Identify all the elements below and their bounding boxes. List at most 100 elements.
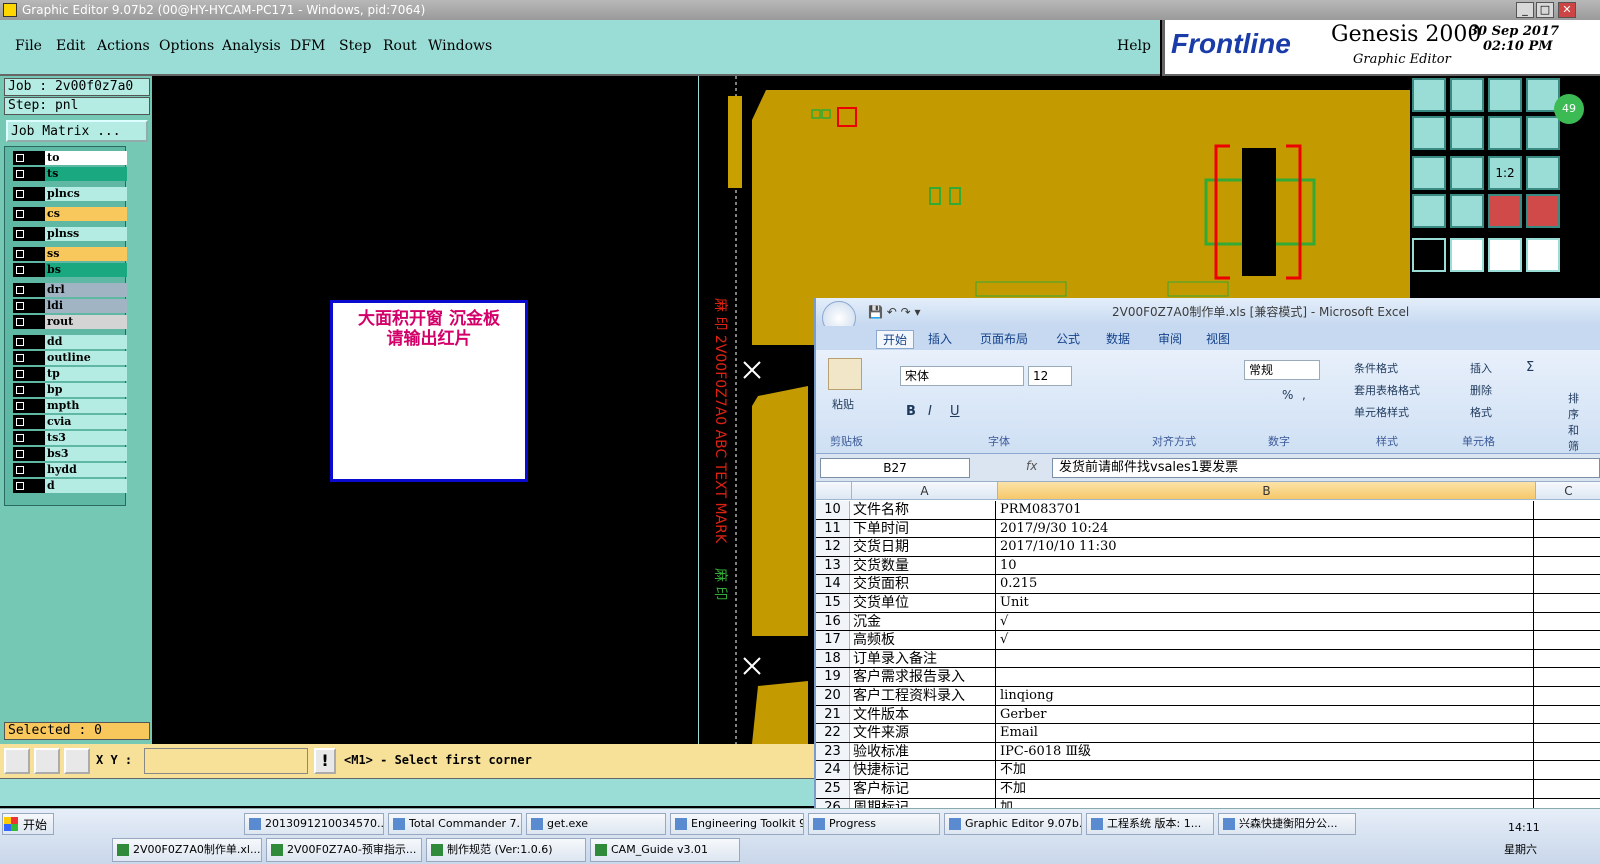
minimize-button[interactable]: _ — [1516, 2, 1534, 18]
ribbon-tab[interactable]: 插入 — [928, 330, 952, 347]
sheet-row[interactable]: 12 交货日期 2017/10/10 11:30 — [816, 538, 1600, 557]
ribbon-tab[interactable]: 开始 — [876, 330, 915, 349]
cell-b[interactable]: 10 — [998, 556, 1534, 575]
cell-a[interactable]: 高频板 — [852, 631, 996, 649]
name-box[interactable]: B27 — [820, 458, 970, 478]
layer-checkbox[interactable] — [13, 383, 27, 397]
select-all-corner[interactable] — [816, 482, 852, 500]
column-header-b[interactable]: B — [998, 482, 1536, 500]
row-number[interactable]: 21 — [816, 705, 850, 724]
bold-button[interactable]: B — [906, 404, 916, 419]
layer-row[interactable]: plncs — [13, 187, 127, 201]
layer-row[interactable]: ts — [13, 167, 127, 181]
snap-tool-button[interactable] — [64, 748, 90, 774]
sheet-row[interactable]: 23 验收标准 IPC-6018 Ⅲ级 — [816, 742, 1600, 762]
layer-row[interactable]: bs3 — [13, 447, 127, 461]
cell-a[interactable]: 文件来源 — [852, 724, 996, 742]
row-number[interactable]: 16 — [816, 612, 850, 631]
sheet-row[interactable]: 22 文件来源 Email — [816, 724, 1600, 743]
font-name-select[interactable]: 宋体 — [900, 366, 1024, 386]
cell-a[interactable]: 沉金 — [852, 612, 996, 631]
sheet-row[interactable]: 24 快捷标记 不加 — [816, 761, 1600, 780]
sheet-row[interactable]: 20 客户工程资料录入 linqiong — [816, 687, 1600, 706]
menu-edit[interactable]: Edit — [56, 38, 85, 54]
layer-row[interactable]: ss — [13, 247, 127, 261]
menu-file[interactable]: File — [15, 38, 42, 54]
layer-checkbox[interactable] — [13, 431, 27, 445]
layer-checkbox[interactable] — [13, 463, 27, 477]
notification-badge[interactable]: 49 — [1554, 94, 1584, 124]
tool-button-2[interactable] — [1450, 78, 1484, 112]
tool-button-1[interactable] — [1412, 78, 1446, 112]
ribbon-tab[interactable]: 审阅 — [1158, 330, 1182, 347]
row-number[interactable]: 13 — [816, 556, 850, 575]
sheet-row[interactable]: 19 客户需求报告录入 — [816, 668, 1600, 687]
paste-icon[interactable] — [828, 358, 862, 390]
row-number[interactable]: 17 — [816, 631, 850, 649]
cell-a[interactable]: 验收标准 — [852, 742, 996, 761]
cell-a[interactable]: 文件名称 — [852, 501, 996, 519]
layer-checkbox[interactable] — [13, 415, 27, 429]
ratio-button[interactable]: 1:2 — [1488, 156, 1522, 190]
taskbar-button[interactable]: 2013091210034570.... — [244, 813, 384, 835]
home-icon[interactable] — [1488, 78, 1522, 112]
cell-b[interactable]: √ — [998, 631, 1534, 649]
layer-row[interactable]: mpth — [13, 399, 127, 413]
tool-button-6[interactable] — [1450, 116, 1484, 150]
tool-button-8[interactable] — [1526, 116, 1560, 150]
ribbon-tab[interactable]: 视图 — [1206, 330, 1230, 347]
cell-a[interactable]: 交货数量 — [852, 556, 996, 575]
taskbar-button[interactable]: 2V00F0Z7A0制作单.xl... — [112, 838, 262, 862]
formula-input[interactable]: 发货前请邮件找vsales1要发票 — [1052, 458, 1600, 478]
cell-b[interactable]: PRM083701 — [998, 501, 1534, 519]
row-number[interactable]: 15 — [816, 594, 850, 612]
taskbar-button[interactable]: get.exe — [526, 813, 666, 835]
menu-actions[interactable]: Actions — [97, 38, 150, 54]
layer-row[interactable]: outline — [13, 351, 127, 365]
sheet-grid[interactable]: A B C 10 文件名称 PRM083701 11 下单时间 2017/9/30 10:… — [816, 482, 1600, 808]
layer-row[interactable]: dd — [13, 335, 127, 349]
cell-b[interactable]: linqiong — [998, 687, 1534, 705]
menu-rout[interactable]: Rout — [383, 38, 417, 54]
taskbar-button[interactable]: 制作规范 (Ver:1.0.6) — [426, 838, 586, 862]
layer-checkbox[interactable] — [13, 447, 27, 461]
layer-checkbox[interactable] — [13, 351, 27, 365]
sheet-row[interactable]: 15 交货单位 Unit — [816, 594, 1600, 613]
layer-row[interactable]: d — [13, 479, 127, 493]
row-number[interactable]: 12 — [816, 538, 850, 556]
cell-b[interactable]: 加 — [998, 798, 1534, 808]
fx-icon[interactable]: fx — [1026, 459, 1037, 473]
layer-checkbox[interactable] — [13, 207, 27, 221]
tool-button-12[interactable] — [1526, 156, 1560, 190]
sheet-row[interactable]: 18 订单录入备注 — [816, 649, 1600, 669]
layer-checkbox[interactable] — [13, 479, 27, 493]
menu-windows[interactable]: Windows — [428, 38, 492, 54]
taskbar-button[interactable]: 工程系统 版本: 1... — [1086, 813, 1214, 835]
tool-button-16[interactable] — [1526, 194, 1560, 228]
layer-checkbox[interactable] — [13, 335, 27, 349]
tool-button-20[interactable] — [1526, 238, 1560, 272]
tool-button-5[interactable] — [1412, 116, 1446, 150]
taskbar-button[interactable]: 兴森快捷衡阳分公... — [1218, 813, 1356, 835]
row-number[interactable]: 26 — [816, 798, 850, 808]
layer-checkbox[interactable] — [13, 247, 27, 261]
cell-b[interactable]: 0.215 — [998, 575, 1534, 593]
layer-checkbox[interactable] — [13, 399, 27, 413]
layer-row[interactable]: drl — [13, 283, 127, 297]
quick-access-icons[interactable]: 💾 ↶ ↷ ▾ — [868, 298, 921, 326]
taskbar-button[interactable]: Engineering Toolkit 9... — [670, 813, 804, 835]
taskbar-button[interactable]: Graphic Editor 9.07b... — [944, 813, 1082, 835]
cell-a[interactable]: 交货面积 — [852, 575, 996, 593]
job-matrix-button[interactable]: Job Matrix ... — [6, 120, 148, 142]
cell-b[interactable]: Gerber — [998, 705, 1534, 724]
row-number[interactable]: 18 — [816, 649, 850, 668]
layer-row[interactable]: ts3 — [13, 431, 127, 445]
autosum-button[interactable]: Σ — [1526, 360, 1534, 375]
xy-input[interactable] — [144, 748, 308, 774]
ribbon-tab[interactable]: 页面布局 — [980, 330, 1028, 347]
menu-analysis[interactable]: Analysis — [222, 38, 281, 54]
cursor-tool-button[interactable] — [4, 748, 30, 774]
sheet-row[interactable]: 21 文件版本 Gerber — [816, 705, 1600, 725]
cell-a[interactable]: 周期标记 — [852, 798, 996, 808]
underline-button[interactable]: U — [950, 404, 960, 419]
